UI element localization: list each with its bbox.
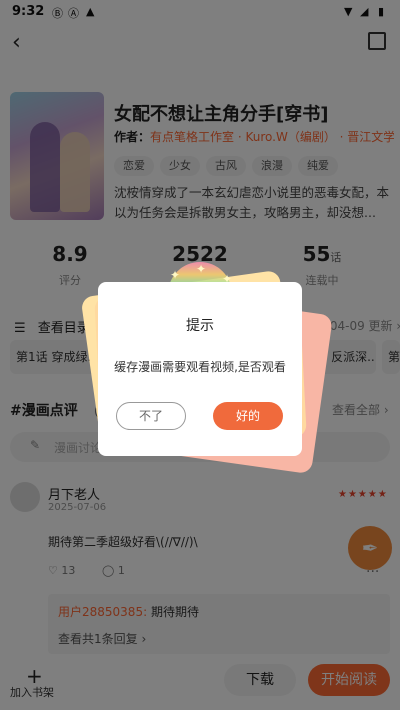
dialog-title: 提示 <box>186 318 214 334</box>
sparkle-icon: ✦ <box>170 268 181 282</box>
cancel-button[interactable]: 不了 <box>116 402 186 430</box>
confirm-button[interactable]: 好的 <box>213 402 283 430</box>
dialog-message: 缓存漫画需要观看视频,是否观看 <box>114 360 286 374</box>
sparkle-icon: ✦ <box>196 262 207 276</box>
